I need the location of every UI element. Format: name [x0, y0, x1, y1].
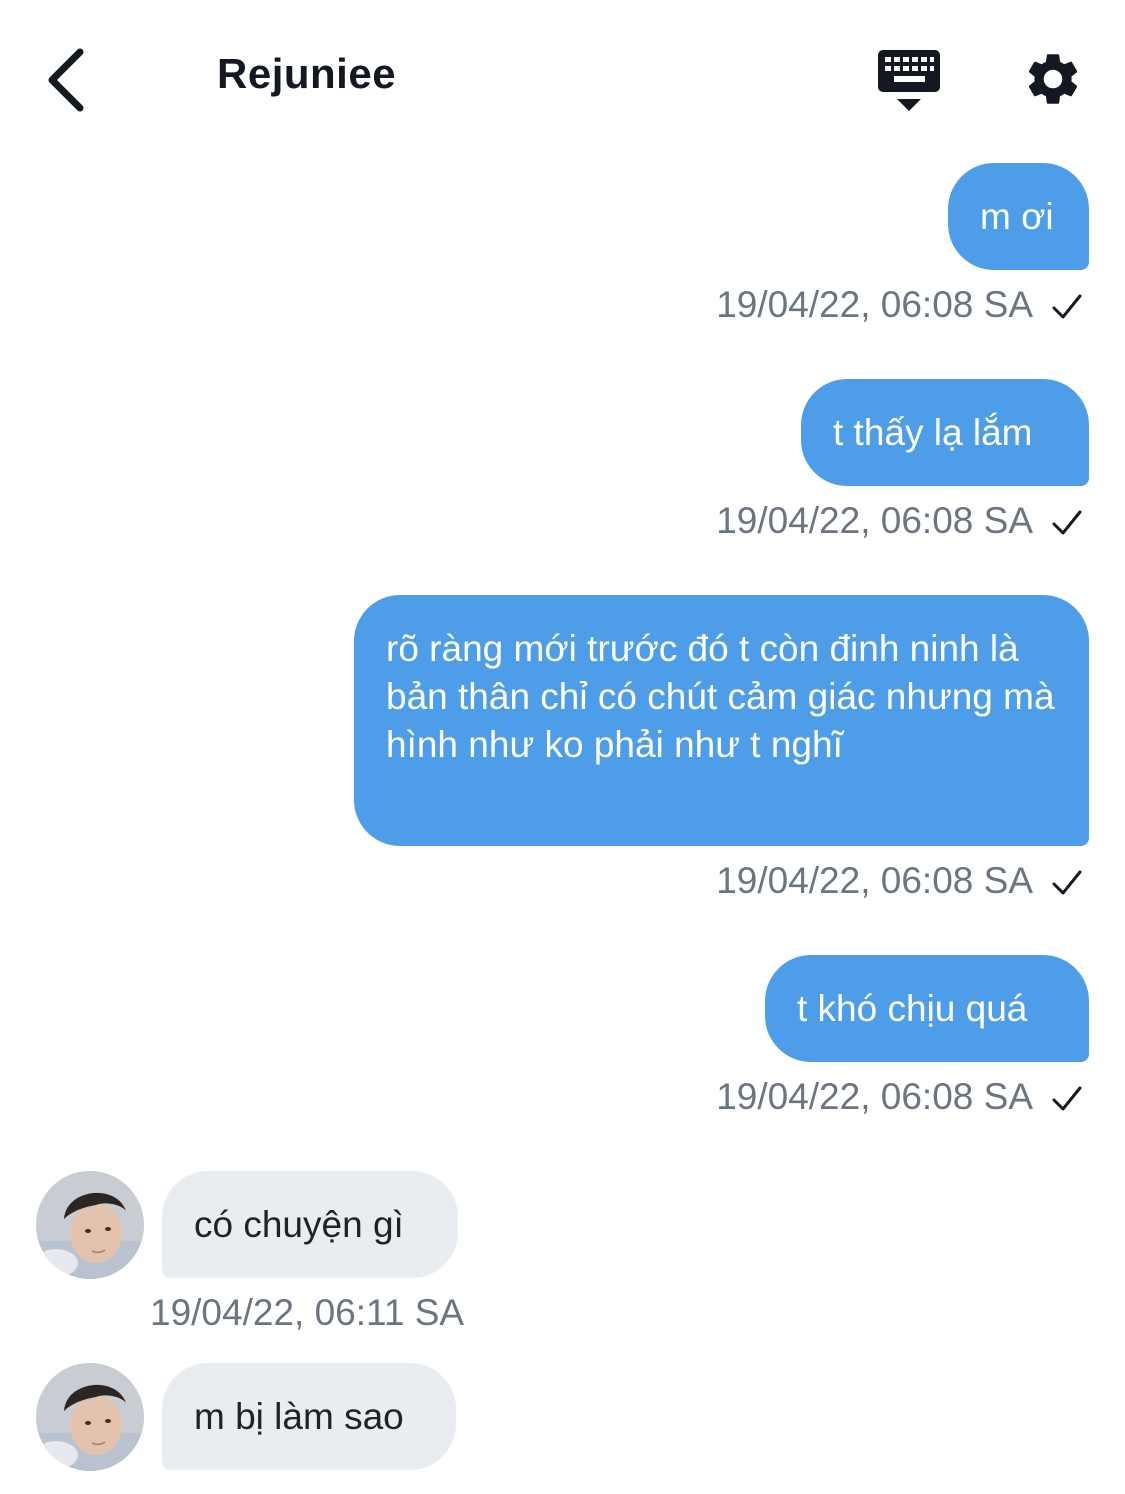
gear-icon: [1028, 54, 1078, 104]
avatar[interactable]: [36, 1363, 144, 1471]
checkmark-icon: [1051, 1084, 1083, 1114]
checkmark-icon: [1051, 508, 1083, 538]
chat-header: Rejuniee: [0, 0, 1125, 150]
message-text: m bị làm sao: [194, 1396, 404, 1437]
settings-button[interactable]: [1022, 48, 1084, 110]
outgoing-message-bubble[interactable]: t khó chịu quá: [765, 955, 1089, 1062]
incoming-message-bubble[interactable]: có chuyện gì: [162, 1171, 458, 1278]
message-meta: 19/04/22, 06:08 SA: [716, 284, 1083, 326]
keyboard-toggle-button[interactable]: [874, 44, 944, 116]
keyboard-icon: [878, 50, 940, 111]
outgoing-message-bubble[interactable]: rõ ràng mới trước đó t còn đinh ninh là …: [354, 595, 1089, 846]
incoming-message-bubble[interactable]: m bị làm sao: [162, 1363, 456, 1470]
message-meta: 19/04/22, 06:08 SA: [716, 1076, 1083, 1118]
message-timestamp: 19/04/22, 06:08 SA: [716, 500, 1033, 541]
message-timestamp: 19/04/22, 06:08 SA: [716, 1076, 1033, 1117]
message-text: có chuyện gì: [194, 1204, 404, 1245]
message-timestamp: 19/04/22, 06:08 SA: [716, 860, 1033, 901]
checkmark-icon: [1051, 868, 1083, 898]
avatar[interactable]: [36, 1171, 144, 1279]
message-meta: 19/04/22, 06:08 SA: [716, 500, 1083, 542]
message-meta: 19/04/22, 06:11 SA: [150, 1292, 464, 1334]
outgoing-message-bubble[interactable]: t thấy lạ lắm: [801, 379, 1089, 486]
conversation-title[interactable]: Rejuniee: [217, 50, 396, 98]
message-timestamp: 19/04/22, 06:11 SA: [150, 1292, 465, 1333]
message-text: t khó chịu quá: [797, 988, 1028, 1029]
message-timestamp: 19/04/22, 06:08 SA: [716, 284, 1033, 325]
outgoing-message-bubble[interactable]: m ơi: [948, 163, 1089, 270]
back-button[interactable]: [40, 44, 100, 114]
message-text: rõ ràng mới trước đó t còn đinh ninh là …: [386, 628, 1055, 765]
message-meta: 19/04/22, 06:08 SA: [716, 860, 1083, 902]
chevron-left-icon: [48, 48, 84, 112]
checkmark-icon: [1051, 292, 1083, 322]
message-text: t thấy lạ lắm: [833, 412, 1033, 453]
message-text: m ơi: [980, 196, 1054, 237]
